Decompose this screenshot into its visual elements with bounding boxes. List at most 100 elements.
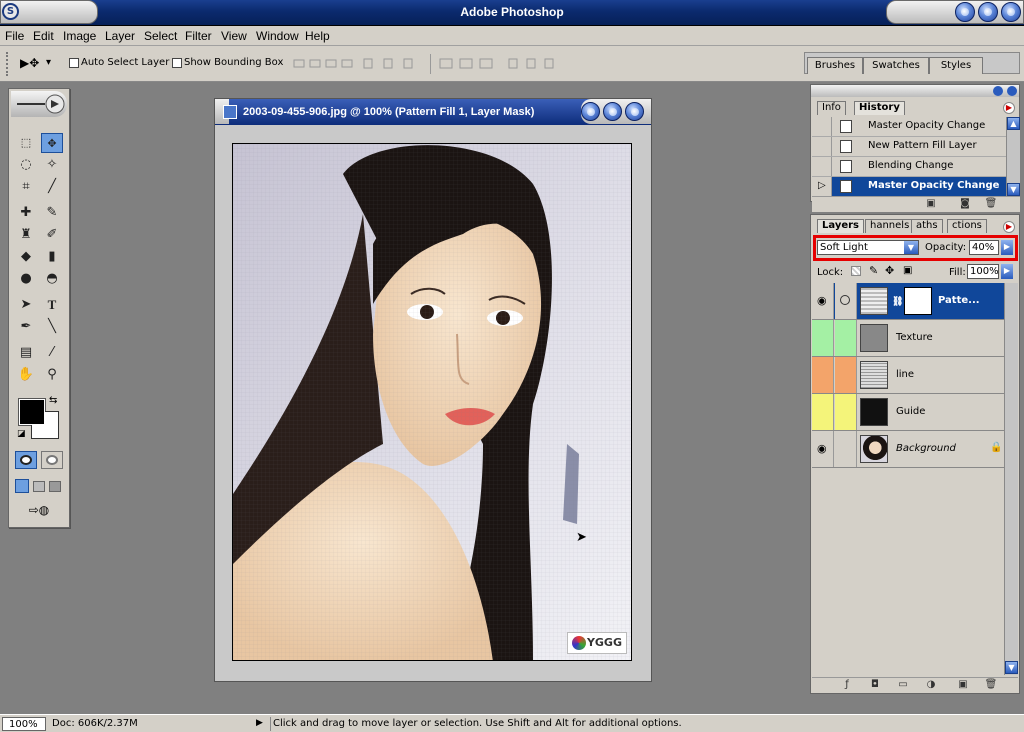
zoom-level-field[interactable]: 100% bbox=[2, 717, 46, 731]
move-tool-preset-icon[interactable]: ▶✥ bbox=[20, 56, 39, 70]
blend-mode-select[interactable]: Soft Light ▼ bbox=[817, 240, 919, 255]
healing-brush-tool-icon[interactable]: ✚ bbox=[15, 203, 37, 223]
new-adjustment-layer-icon[interactable]: ◑ bbox=[924, 678, 938, 692]
scroll-down-icon[interactable]: ▼ bbox=[1005, 661, 1018, 674]
jump-to-imageready-icon[interactable]: ⇨◍ bbox=[15, 503, 63, 521]
menu-window[interactable]: Window bbox=[256, 29, 299, 43]
image-canvas[interactable]: YGGG bbox=[232, 143, 632, 661]
auto-select-layer-label[interactable]: Auto Select Layer bbox=[81, 57, 169, 68]
tab-paths[interactable]: aths bbox=[911, 219, 943, 233]
tab-brushes[interactable]: Brushes bbox=[807, 57, 863, 74]
menu-file[interactable]: File bbox=[5, 29, 24, 43]
distribute-horizontal-buttons-group[interactable] bbox=[507, 56, 563, 72]
add-layer-style-icon[interactable]: ƒ bbox=[840, 678, 854, 692]
new-snapshot-icon[interactable]: ◙ bbox=[958, 197, 972, 211]
layer-link-toggle[interactable] bbox=[835, 320, 857, 356]
move-tool-icon[interactable]: ✥ bbox=[41, 133, 63, 153]
menu-help[interactable]: Help bbox=[305, 29, 330, 43]
doc-maximize-button[interactable] bbox=[603, 102, 622, 121]
history-item[interactable]: Master Opacity Change bbox=[812, 117, 1006, 137]
show-bounding-box-checkbox[interactable] bbox=[172, 58, 182, 68]
layer-visibility-toggle[interactable] bbox=[812, 320, 834, 356]
chevron-down-icon[interactable]: ▾ bbox=[46, 57, 51, 68]
gradient-tool-icon[interactable]: ▮ bbox=[41, 247, 63, 267]
scroll-up-icon[interactable]: ▲ bbox=[1007, 117, 1020, 130]
layer-visibility-toggle[interactable]: ◉ bbox=[812, 283, 834, 319]
pen-tool-icon[interactable]: ✒ bbox=[15, 317, 37, 337]
history-item[interactable]: Blending Change bbox=[812, 157, 1006, 177]
zoom-tool-icon[interactable]: ⚲ bbox=[41, 365, 63, 385]
standard-mode-button[interactable] bbox=[15, 451, 37, 469]
history-panel-header[interactable] bbox=[811, 85, 1019, 97]
eraser-tool-icon[interactable]: ◆ bbox=[15, 247, 37, 267]
tab-history[interactable]: History bbox=[854, 101, 905, 115]
tab-channels[interactable]: hannels bbox=[865, 219, 915, 233]
magic-wand-tool-icon[interactable]: ✧ bbox=[41, 155, 63, 175]
lasso-tool-icon[interactable]: ◌ bbox=[15, 155, 37, 175]
options-bar-grip[interactable] bbox=[6, 52, 9, 76]
layer-link-toggle[interactable] bbox=[835, 394, 857, 430]
standard-screen-mode-button[interactable] bbox=[15, 479, 29, 493]
fill-slider-arrow-icon[interactable]: ▶ bbox=[1001, 264, 1013, 279]
layer-visibility-toggle[interactable]: ◉ bbox=[812, 431, 834, 467]
crop-tool-icon[interactable]: ⌗ bbox=[15, 177, 37, 197]
chevron-down-icon[interactable]: ▼ bbox=[904, 241, 918, 254]
menu-select[interactable]: Select bbox=[144, 29, 177, 43]
history-item-selected[interactable]: ▷ Master Opacity Change bbox=[812, 177, 1006, 197]
layer-row-guide[interactable]: Guide bbox=[812, 394, 1004, 431]
show-bounding-box-label[interactable]: Show Bounding Box bbox=[184, 57, 283, 68]
mask-link-icon[interactable]: ⛓ bbox=[892, 297, 903, 307]
swap-colors-icon[interactable]: ⇆ bbox=[49, 395, 57, 406]
lock-transparency-icon[interactable] bbox=[851, 266, 861, 276]
opacity-input[interactable]: 40% bbox=[969, 240, 999, 255]
layer-row-line[interactable]: line bbox=[812, 357, 1004, 394]
new-group-icon[interactable]: ▭ bbox=[896, 678, 910, 692]
layer-link-toggle[interactable] bbox=[835, 431, 857, 467]
minimize-button[interactable] bbox=[955, 2, 975, 22]
align-buttons-group[interactable] bbox=[292, 56, 354, 72]
layers-scrollbar[interactable]: ▼ bbox=[1004, 283, 1018, 675]
full-screen-menu-mode-button[interactable] bbox=[33, 481, 45, 492]
clone-stamp-tool-icon[interactable]: ♜ bbox=[15, 225, 37, 245]
align-horizontal-buttons-group[interactable] bbox=[362, 56, 424, 72]
distribute-buttons-group[interactable] bbox=[438, 56, 500, 72]
layer-visibility-toggle[interactable] bbox=[812, 357, 834, 393]
hand-tool-icon[interactable]: ✋ bbox=[15, 365, 37, 385]
blur-tool-icon[interactable]: ● bbox=[15, 269, 37, 289]
tab-layers[interactable]: Layers bbox=[817, 219, 864, 233]
menu-filter[interactable]: Filter bbox=[185, 29, 212, 43]
scroll-down-icon[interactable]: ▼ bbox=[1007, 183, 1020, 196]
layer-link-toggle[interactable] bbox=[835, 283, 857, 319]
quick-mask-mode-button[interactable] bbox=[41, 451, 63, 469]
lock-image-icon[interactable]: ✎ bbox=[869, 264, 878, 277]
brush-tool-icon[interactable]: ✎ bbox=[41, 203, 63, 223]
tab-swatches[interactable]: Swatches bbox=[863, 57, 929, 74]
close-button[interactable] bbox=[1001, 2, 1021, 22]
layer-link-toggle[interactable] bbox=[835, 357, 857, 393]
layer-row-pattern-fill[interactable]: ◉ ⛓ Patte... bbox=[812, 283, 1004, 320]
history-brush-tool-icon[interactable]: ✐ bbox=[41, 225, 63, 245]
history-scrollbar[interactable]: ▲ ▼ bbox=[1006, 117, 1020, 197]
eyedropper-tool-icon[interactable]: ⁄ bbox=[41, 343, 63, 363]
default-colors-icon[interactable]: ◪ bbox=[17, 429, 26, 439]
fill-input[interactable]: 100% bbox=[967, 264, 999, 279]
full-screen-mode-button[interactable] bbox=[49, 481, 61, 492]
history-item[interactable]: New Pattern Fill Layer bbox=[812, 137, 1006, 157]
line-tool-icon[interactable]: ╲ bbox=[41, 317, 63, 337]
menu-edit[interactable]: Edit bbox=[33, 29, 54, 43]
document-title-bar[interactable]: 2003-09-455-906.jpg @ 100% (Pattern Fill… bbox=[215, 99, 651, 125]
menu-layer[interactable]: Layer bbox=[105, 29, 135, 43]
marquee-tool-icon[interactable]: ⬚ bbox=[15, 133, 37, 153]
lock-position-icon[interactable]: ✥ bbox=[885, 264, 894, 277]
layers-menu-arrow-icon[interactable]: ▶ bbox=[1003, 221, 1015, 233]
status-menu-arrow-icon[interactable]: ▶ bbox=[256, 717, 268, 731]
dodge-tool-icon[interactable]: ◓ bbox=[41, 269, 63, 289]
tab-info[interactable]: Info bbox=[817, 101, 846, 115]
tab-actions[interactable]: ctions bbox=[947, 219, 987, 233]
notes-tool-icon[interactable]: ▤ bbox=[15, 343, 37, 363]
layer-mask-thumbnail[interactable] bbox=[904, 287, 932, 315]
type-tool-icon[interactable]: T bbox=[41, 295, 63, 315]
panel-menu-arrow-icon[interactable]: ▶ bbox=[1003, 102, 1015, 114]
layer-row-background[interactable]: ◉ Background 🔒 bbox=[812, 431, 1004, 468]
new-document-from-state-icon[interactable]: ▣ bbox=[924, 197, 938, 211]
